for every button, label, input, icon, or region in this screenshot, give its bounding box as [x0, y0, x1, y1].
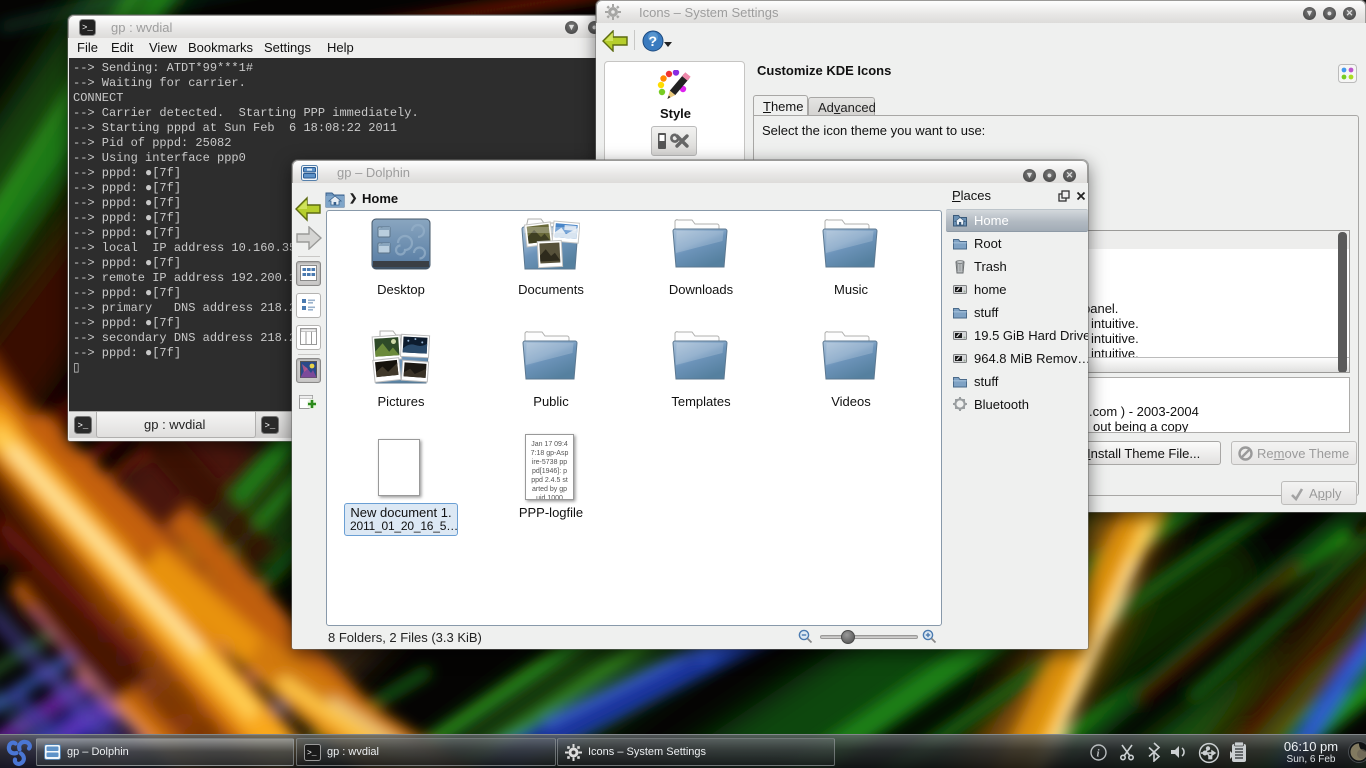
svg-text:?: ? — [649, 33, 658, 49]
svg-text:>_: >_ — [78, 421, 89, 431]
svg-text:>_: >_ — [307, 749, 317, 758]
svg-text:i: i — [1097, 748, 1101, 760]
svg-text:>_: >_ — [265, 421, 276, 431]
svg-text:>_: >_ — [82, 23, 93, 33]
